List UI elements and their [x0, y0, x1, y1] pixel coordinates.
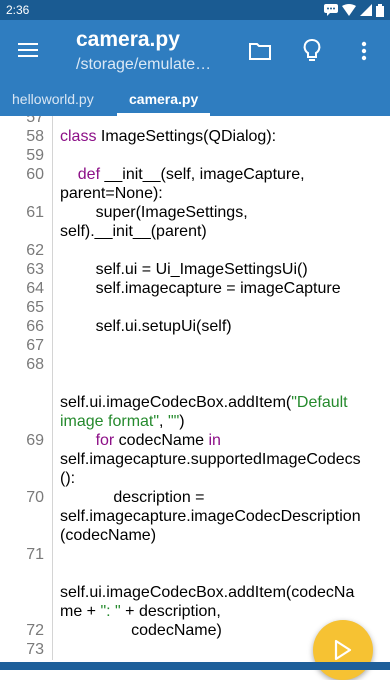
code-token: ImageSettings(QDialog): — [96, 128, 277, 145]
code-line: self).__init__(parent) — [60, 222, 390, 241]
code-token: (codecName) — [60, 527, 157, 544]
line-number-gutter: 57 58 59 60 61 62 63 64 65 66 67 68 69 70 71 72 73 — [0, 116, 53, 660]
file-title: camera.py — [76, 28, 180, 51]
code-token: , — [159, 413, 168, 430]
code-line: class ImageSettings(QDialog): — [60, 127, 390, 146]
code-token: super(ImageSettings, — [60, 204, 248, 221]
code-line: self.imagecapture.supportedImageCodecs — [60, 450, 390, 469]
line-number: 59 — [26, 147, 44, 164]
code-token: me + — [60, 603, 101, 620]
code-token: self.ui.imageCodecBox.addItem(codecNa — [60, 584, 355, 601]
line-number: 65 — [26, 299, 44, 316]
menu-button[interactable] — [16, 37, 44, 65]
code-line: image format", "") — [60, 412, 390, 431]
code-token: description = — [60, 489, 205, 506]
code-line: self.ui = Ui_ImageSettingsUi() — [60, 260, 390, 279]
code-line: for codecName in — [60, 431, 390, 450]
code-token: codecName) — [60, 622, 222, 639]
message-icon — [324, 4, 338, 16]
code-line: def __init__(self, imageCapture, — [60, 165, 390, 184]
code-token: self.ui.setupUi(self) — [60, 318, 232, 335]
code-token: codecName — [114, 432, 209, 449]
code-editor[interactable]: 57 58 59 60 61 62 63 64 65 66 67 68 69 70 71 72 73 class… — [0, 116, 390, 660]
code-token: __init__(self, imageCapture, — [100, 166, 305, 183]
keyword-token: in — [208, 432, 221, 449]
more-vert-icon — [361, 41, 367, 61]
line-number: 72 — [26, 622, 44, 639]
battery-icon — [376, 3, 384, 17]
keyword-token: for — [95, 432, 115, 449]
keyword-token: def — [77, 166, 101, 183]
tab-label: camera.py — [129, 91, 199, 107]
line-number: 67 — [26, 337, 44, 354]
code-token: self).__init__(parent) — [60, 223, 207, 240]
code-line: (): — [60, 469, 390, 488]
line-number: 64 — [26, 280, 44, 297]
string-token: ": " — [100, 603, 121, 620]
tab-label: helloworld.py — [12, 91, 94, 107]
run-button[interactable] — [313, 620, 373, 680]
code-line: description = — [60, 488, 390, 507]
file-tabs: helloworld.py camera.py — [0, 82, 390, 116]
line-number: 71 — [26, 546, 44, 563]
code-line: self.ui.imageCodecBox.addItem("Default — [60, 393, 390, 412]
lightbulb-icon — [303, 39, 321, 61]
open-folder-button[interactable] — [242, 34, 278, 68]
string-token: "Default — [291, 394, 348, 411]
code-token: self.imagecapture = imageCapture — [60, 280, 341, 297]
status-time: 2:36 — [6, 3, 30, 17]
code-token: self.imagecapture.imageCodecDescription — [60, 508, 361, 525]
play-icon — [334, 639, 352, 661]
line-number: 73 — [26, 641, 44, 658]
wifi-icon — [342, 4, 356, 16]
line-number: 60 — [26, 166, 44, 183]
code-line: self.imagecapture.imageCodecDescription — [60, 507, 390, 526]
code-token: + description, — [120, 603, 221, 620]
bottom-bar — [0, 662, 390, 670]
tab-helloworld[interactable]: helloworld.py — [0, 82, 106, 116]
status-icons — [324, 3, 384, 17]
code-line: super(ImageSettings, — [60, 203, 390, 222]
line-number: 69 — [26, 432, 44, 449]
code-line: me + ": " + description, — [60, 602, 390, 621]
code-line: self.ui.setupUi(self) — [60, 317, 390, 336]
keyword-token: class — [60, 128, 97, 145]
line-number: 68 — [26, 356, 44, 373]
code-line: self.imagecapture = imageCapture — [60, 279, 390, 298]
lightbulb-button[interactable] — [294, 34, 330, 68]
status-bar: 2:36 — [0, 0, 390, 20]
string-token: image format" — [60, 413, 160, 430]
line-number: 58 — [26, 128, 44, 145]
overflow-menu-button[interactable] — [346, 34, 382, 68]
string-token: "" — [167, 413, 180, 430]
code-token: self.imagecapture.supportedImageCodecs — [60, 451, 361, 468]
code-line: (codecName) — [60, 526, 390, 545]
code-line: self.ui.imageCodecBox.addItem(codecNa — [60, 583, 390, 602]
line-number: 66 — [26, 318, 44, 335]
signal-icon — [360, 4, 372, 16]
line-number: 57 — [26, 116, 44, 126]
line-number: 70 — [26, 489, 44, 506]
code-token: (): — [60, 470, 76, 487]
line-number: 62 — [26, 242, 44, 259]
code-token: self.ui.imageCodecBox.addItem( — [60, 394, 292, 411]
folder-icon — [249, 43, 271, 60]
tab-camera[interactable]: camera.py — [117, 82, 211, 116]
code-token: self.ui = Ui_ImageSettingsUi() — [60, 261, 308, 278]
file-path: /storage/emulate… — [76, 56, 212, 73]
line-number: 61 — [26, 204, 44, 221]
code-token: parent=None): — [60, 185, 163, 202]
code-line: parent=None): — [60, 184, 390, 203]
app-bar: camera.py /storage/emulate… — [0, 20, 390, 82]
line-number: 63 — [26, 261, 44, 278]
code-token: ) — [179, 413, 185, 430]
